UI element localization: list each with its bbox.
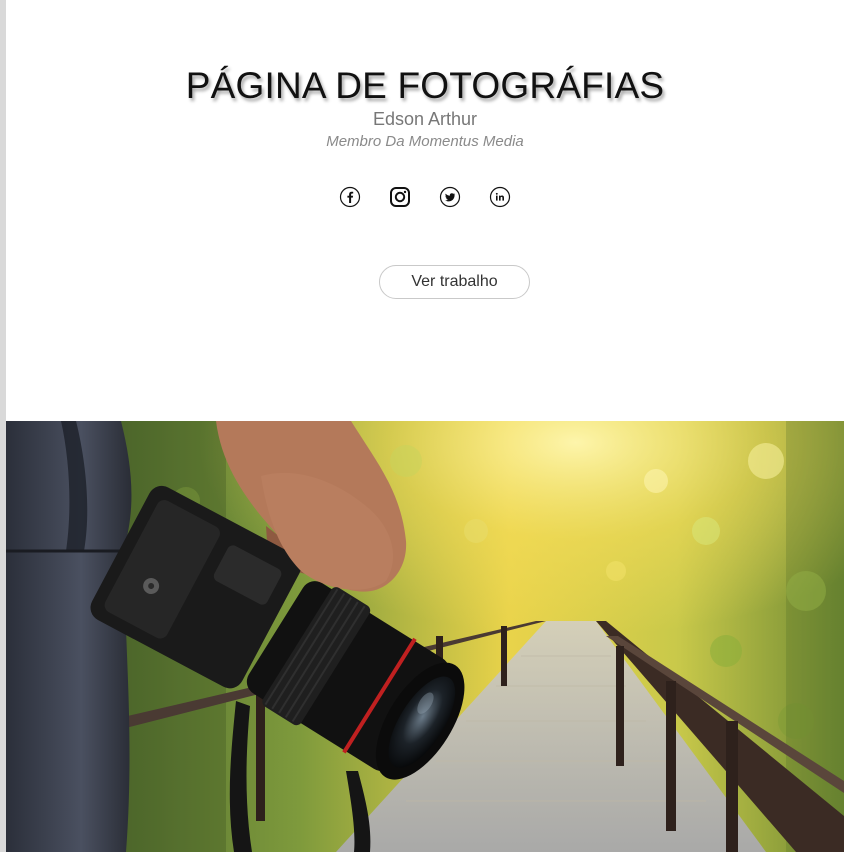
- page: PÁGINA DE FOTOGRÁFIAS Edson Arthur Membr…: [0, 0, 844, 852]
- hero-photo: [6, 421, 844, 852]
- facebook-link[interactable]: [339, 186, 361, 208]
- view-work-button[interactable]: Ver trabalho: [379, 265, 530, 299]
- author-name: Edson Arthur: [372, 109, 478, 129]
- hero-camera-image: [6, 421, 844, 852]
- header-section: PÁGINA DE FOTOGRÁFIAS Edson Arthur Membr…: [6, 0, 844, 421]
- linkedin-link[interactable]: [489, 186, 511, 208]
- author-role: Membro Da Momentus Media: [326, 133, 524, 150]
- linkedin-icon: [489, 186, 511, 208]
- page-title: PÁGINA DE FOTOGRÁFIAS: [185, 65, 665, 106]
- facebook-icon: [339, 186, 361, 208]
- instagram-icon: [390, 187, 410, 207]
- social-links: [6, 186, 844, 208]
- twitter-icon: [439, 186, 461, 208]
- twitter-link[interactable]: [439, 186, 461, 208]
- instagram-link[interactable]: [389, 186, 411, 208]
